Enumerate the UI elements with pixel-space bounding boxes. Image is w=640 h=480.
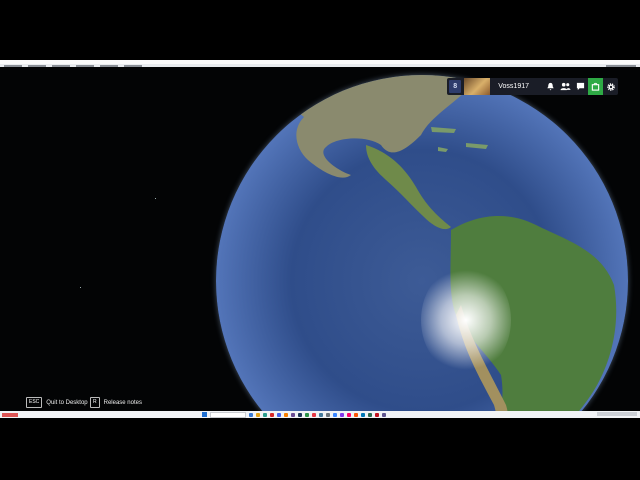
app-icon[interactable] <box>375 412 379 417</box>
app-icon[interactable] <box>326 412 330 417</box>
settings-icon[interactable] <box>603 78 618 95</box>
start-icon[interactable] <box>202 412 207 417</box>
app-icon[interactable] <box>298 412 302 417</box>
star <box>80 287 81 288</box>
app-icon[interactable] <box>382 412 386 417</box>
friends-icon[interactable] <box>558 78 573 95</box>
chat-icon[interactable] <box>573 78 588 95</box>
top-right-hud: 8 Voss1917 <box>447 78 618 95</box>
taskbar-search-input[interactable] <box>210 411 246 418</box>
r-key: R <box>90 397 100 408</box>
app-icon[interactable] <box>361 412 365 417</box>
earth-globe[interactable] <box>216 75 628 418</box>
app-icon[interactable] <box>263 412 267 417</box>
system-tray[interactable] <box>597 412 637 416</box>
quit-hint[interactable]: ESC Quit to Desktop <box>26 397 88 408</box>
sun-reflection <box>421 265 511 375</box>
avatar[interactable] <box>464 78 491 95</box>
app-icon[interactable] <box>305 412 309 417</box>
app-icon[interactable] <box>291 412 295 417</box>
app-icon[interactable] <box>347 412 351 417</box>
esc-key: ESC <box>26 397 43 408</box>
central-america <box>366 145 451 230</box>
app-icon[interactable] <box>277 412 281 417</box>
star <box>155 198 156 199</box>
app-icon[interactable] <box>368 412 372 417</box>
release-notes-hint[interactable]: R Release notes <box>90 397 142 408</box>
os-taskbar <box>0 411 640 418</box>
folder-icon[interactable] <box>256 412 260 417</box>
notification-badge[interactable]: 8 <box>449 80 462 93</box>
username-label[interactable]: Voss1917 <box>490 83 543 90</box>
app-icon[interactable] <box>319 412 323 417</box>
app-icon[interactable] <box>354 412 358 417</box>
app-icon[interactable] <box>333 412 337 417</box>
game-viewport[interactable]: 8 Voss1917 ESC Quit to Desktop R Release… <box>0 67 640 418</box>
bell-icon[interactable] <box>543 78 558 95</box>
app-icon[interactable] <box>340 412 344 417</box>
screen-area: 8 Voss1917 ESC Quit to Desktop R Release… <box>0 60 640 418</box>
app-icon[interactable] <box>312 412 316 417</box>
notification-indicator[interactable] <box>2 413 18 417</box>
app-icon[interactable] <box>284 412 288 417</box>
store-icon[interactable] <box>588 78 603 95</box>
app-icon[interactable] <box>249 412 253 417</box>
app-icon[interactable] <box>270 412 274 417</box>
continents <box>286 75 617 418</box>
quit-to-desktop-label: Quit to Desktop <box>46 399 88 406</box>
caribbean-islands <box>431 127 488 152</box>
release-notes-label: Release notes <box>103 399 142 406</box>
